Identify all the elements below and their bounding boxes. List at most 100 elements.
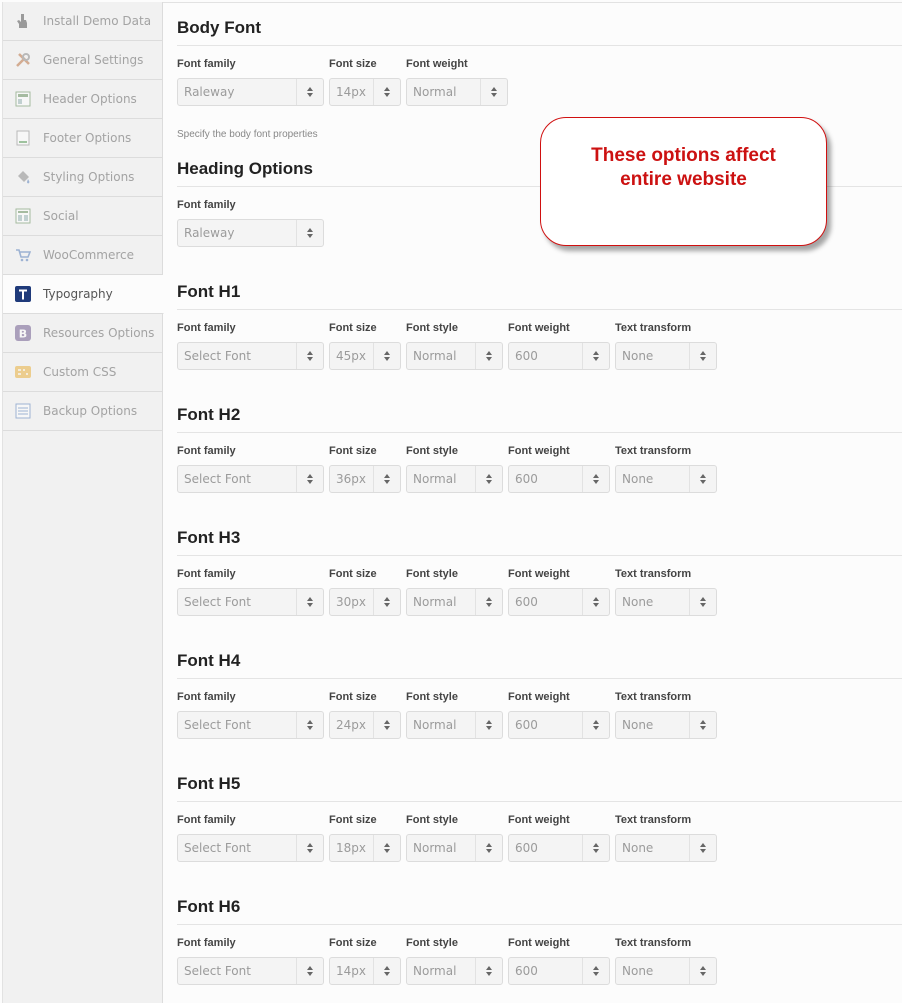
h1-family-select[interactable]: Select Font (177, 342, 324, 370)
h6-size-field: Font size 14px (329, 925, 401, 985)
h3-transform-select[interactable]: None (615, 588, 717, 616)
sidebar-item-resources-options[interactable]: B Resources Options (3, 314, 162, 353)
field-label: Font weight (508, 568, 570, 580)
h5-size-field: Font size 18px (329, 802, 401, 862)
body-font-section: Body Font Font family Raleway Font size … (177, 15, 902, 116)
field-label: Text transform (615, 445, 692, 457)
h6-size-select[interactable]: 14px (329, 957, 401, 985)
field-label: Font family (177, 691, 236, 703)
h2-size-select[interactable]: 36px (329, 465, 401, 493)
h1-weight-field: Font weight 600 (508, 310, 610, 370)
field-label: Font style (406, 814, 458, 826)
h4-size-field: Font size 24px (329, 679, 401, 739)
h3-size-field: Font size 30px (329, 556, 401, 616)
h1-weight-select[interactable]: 600 (508, 342, 610, 370)
select-arrows-icon (475, 958, 502, 984)
sidebar-item-backup-options[interactable]: Backup Options (3, 392, 162, 431)
h4-style-select[interactable]: Normal (406, 711, 503, 739)
h5-style-select[interactable]: Normal (406, 834, 503, 862)
h6-family-field: Font family Select Font (177, 925, 324, 985)
select-value: 14px (336, 964, 366, 978)
select-arrows-icon (689, 835, 716, 861)
sidebar-item-woocommerce[interactable]: WooCommerce (3, 236, 162, 275)
h1-style-field: Font style Normal (406, 310, 503, 370)
h2-weight-field: Font weight 600 (508, 433, 610, 493)
select-arrows-icon (582, 835, 609, 861)
body-font-family-field: Font family Raleway (177, 46, 324, 106)
h2-transform-select[interactable]: None (615, 465, 717, 493)
field-label: Font weight (508, 322, 570, 334)
h6-transform-select[interactable]: None (615, 957, 717, 985)
select-arrows-icon (296, 589, 323, 615)
h5-weight-select[interactable]: 600 (508, 834, 610, 862)
field-label: Font style (406, 445, 458, 457)
h1-style-select[interactable]: Normal (406, 342, 503, 370)
h3-style-select[interactable]: Normal (406, 588, 503, 616)
h3-weight-select[interactable]: 600 (508, 588, 610, 616)
h1-size-select[interactable]: 45px (329, 342, 401, 370)
h1-transform-select[interactable]: None (615, 342, 717, 370)
h4-family-select[interactable]: Select Font (177, 711, 324, 739)
cart-icon (15, 247, 31, 263)
field-label: Font style (406, 322, 458, 334)
select-value: 45px (336, 349, 366, 363)
font-h6-section: Font H6 Font family Select Font Font size 14… (177, 894, 902, 995)
h3-style-field: Font style Normal (406, 556, 503, 616)
body-font-family-select[interactable]: Raleway (177, 78, 324, 106)
sidebar-item-header-options[interactable]: Header Options (3, 80, 162, 119)
h4-transform-select[interactable]: None (615, 711, 717, 739)
body-font-weight-field: Font weight Normal (406, 46, 508, 106)
sidebar-item-styling-options[interactable]: Styling Options (3, 158, 162, 197)
field-label: Font weight (406, 58, 468, 70)
h4-weight-select[interactable]: 600 (508, 711, 610, 739)
select-arrows-icon (475, 589, 502, 615)
sidebar-item-general-settings[interactable]: General Settings (3, 41, 162, 80)
h1-transform-field: Text transform None (615, 310, 717, 370)
h3-size-select[interactable]: 30px (329, 588, 401, 616)
select-value: 600 (515, 841, 538, 855)
h5-transform-select[interactable]: None (615, 834, 717, 862)
h3-family-select[interactable]: Select Font (177, 588, 324, 616)
h5-style-field: Font style Normal (406, 802, 503, 862)
h6-weight-select[interactable]: 600 (508, 957, 610, 985)
field-label: Text transform (615, 937, 692, 949)
h5-family-select[interactable]: Select Font (177, 834, 324, 862)
select-arrows-icon (373, 835, 400, 861)
select-arrows-icon (296, 712, 323, 738)
field-label: Font weight (508, 937, 570, 949)
select-value: None (622, 964, 654, 978)
sidebar-item-label: Install Demo Data (43, 14, 152, 28)
sidebar-item-typography[interactable]: Typography (3, 275, 164, 314)
select-value: None (622, 841, 654, 855)
body-font-size-field: Font size 14px (329, 46, 401, 106)
heading-font-family-select[interactable]: Raleway (177, 219, 324, 247)
body-font-size-select[interactable]: 14px (329, 78, 401, 106)
h5-size-select[interactable]: 18px (329, 834, 401, 862)
h2-weight-select[interactable]: 600 (508, 465, 610, 493)
select-arrows-icon (373, 958, 400, 984)
field-label: Font size (329, 445, 377, 457)
field-label: Font family (177, 814, 236, 826)
h2-family-select[interactable]: Select Font (177, 465, 324, 493)
select-arrows-icon (373, 589, 400, 615)
h5-weight-field: Font weight 600 (508, 802, 610, 862)
h6-transform-field: Text transform None (615, 925, 717, 985)
font-h1-section: Font H1 Font family Select Font Font size 45… (177, 279, 902, 380)
h4-size-select[interactable]: 24px (329, 711, 401, 739)
top-border (163, 2, 902, 3)
select-value: Raleway (184, 85, 235, 99)
select-value: 600 (515, 718, 538, 732)
body-font-weight-select[interactable]: Normal (406, 78, 508, 106)
field-label: Font family (177, 322, 236, 334)
h6-family-select[interactable]: Select Font (177, 957, 324, 985)
sidebar-item-footer-options[interactable]: Footer Options (3, 119, 162, 158)
options-sidebar: Install Demo Data General Settings Heade… (2, 2, 164, 1003)
field-label: Font size (329, 58, 377, 70)
h6-style-select[interactable]: Normal (406, 957, 503, 985)
select-arrows-icon (582, 343, 609, 369)
h2-style-select[interactable]: Normal (406, 465, 503, 493)
sidebar-item-install-demo-data[interactable]: Install Demo Data (3, 2, 162, 41)
sidebar-item-social[interactable]: Social (3, 197, 162, 236)
select-arrows-icon (296, 958, 323, 984)
sidebar-item-custom-css[interactable]: Custom CSS (3, 353, 162, 392)
